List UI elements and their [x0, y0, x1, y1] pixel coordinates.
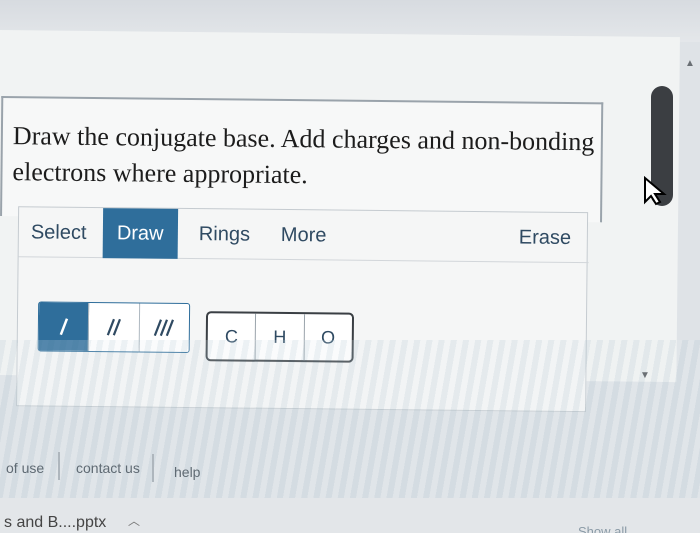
- tool-tabs: Select Draw Rings More Erase: [18, 207, 590, 264]
- chevron-up-icon[interactable]: ︿: [128, 512, 140, 529]
- tab-select[interactable]: Select: [31, 207, 87, 258]
- triple-bond-icon: [154, 319, 175, 337]
- terms-of-use-link[interactable]: of use: [6, 460, 44, 476]
- footer-links: of use contact us help: [0, 452, 260, 482]
- page-content: Draw the conjugate base. Add charges and…: [0, 30, 680, 413]
- scroll-up-icon[interactable]: ▲: [685, 58, 695, 69]
- scroll-down-icon[interactable]: ▼: [640, 370, 650, 381]
- tab-more[interactable]: More: [281, 210, 327, 260]
- question-prompt: Draw the conjugate base. Add charges and…: [12, 121, 595, 190]
- download-bar: s and B....pptx ︿ Show all: [0, 498, 700, 533]
- erase-button[interactable]: Erase: [519, 212, 572, 263]
- help-link[interactable]: help: [174, 464, 200, 480]
- question-box: Draw the conjugate base. Add charges and…: [0, 96, 604, 223]
- tab-rings[interactable]: Rings: [199, 209, 251, 260]
- mouse-pointer-icon: [644, 176, 667, 206]
- download-file[interactable]: s and B....pptx: [4, 514, 106, 532]
- single-bond-icon: [59, 318, 68, 336]
- show-all-button[interactable]: Show all: [578, 524, 627, 533]
- tab-draw[interactable]: Draw: [102, 208, 178, 259]
- contact-us-link[interactable]: contact us: [76, 460, 140, 476]
- double-bond-icon: [106, 318, 121, 336]
- footer-separator: [152, 454, 154, 482]
- footer-separator: [58, 452, 60, 480]
